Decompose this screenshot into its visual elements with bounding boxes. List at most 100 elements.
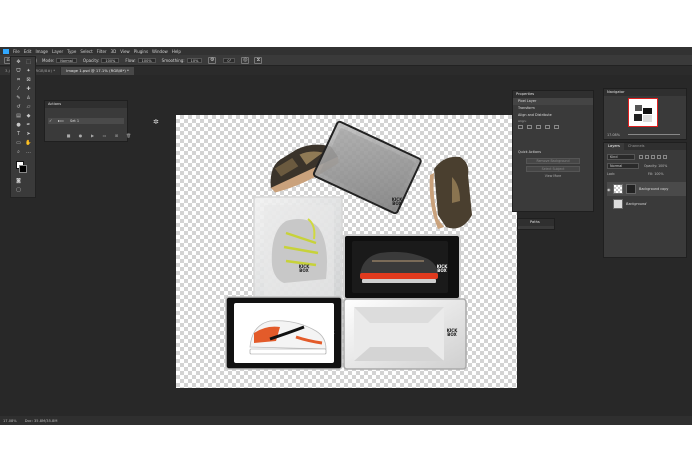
brush-icon[interactable]: ✎ <box>15 95 22 101</box>
layer-kind-filter[interactable]: Kind <box>607 154 635 160</box>
transform-section[interactable]: Transform <box>513 105 593 112</box>
filter-type-icon[interactable] <box>651 155 655 159</box>
opacity-control[interactable]: Opacity: 100% <box>83 57 120 63</box>
navigator-preview[interactable] <box>628 98 658 127</box>
menu-3d[interactable]: 3D <box>111 49 117 54</box>
new-set-icon[interactable]: ▭ <box>101 133 108 138</box>
delete-icon[interactable]: 🗑 <box>125 133 132 138</box>
gradient-icon[interactable]: ▤ <box>15 113 22 119</box>
paths-panel: Paths <box>517 218 555 230</box>
navigator-zoom-slider[interactable] <box>628 134 680 135</box>
remove-background-button[interactable]: Remove Background <box>526 158 580 164</box>
menu-filter[interactable]: Filter <box>97 49 107 54</box>
menu-image[interactable]: Image <box>35 49 48 54</box>
filter-adjust-icon[interactable] <box>645 155 649 159</box>
angle-control[interactable]: 0° <box>221 57 236 63</box>
align-top-icon[interactable] <box>545 125 550 129</box>
filter-shape-icon[interactable] <box>657 155 661 159</box>
action-check-icon[interactable]: ✓ <box>49 118 52 123</box>
eyedropper-icon[interactable]: ⁄ <box>15 86 22 92</box>
filter-pixel-icon[interactable] <box>639 155 643 159</box>
lasso-tool-icon[interactable]: ᗜ <box>15 68 22 74</box>
layer-thumbnail <box>613 184 623 194</box>
path-select-icon[interactable]: ➤ <box>25 131 32 137</box>
mode-select[interactable]: Normal <box>56 57 77 63</box>
blur-icon[interactable]: ◆ <box>25 113 32 119</box>
align-left-icon[interactable] <box>518 125 523 129</box>
crop-tool-icon[interactable]: ⌗ <box>15 77 22 83</box>
lock-controls[interactable]: Lock: <box>607 172 615 176</box>
new-action-icon[interactable]: ⊞ <box>113 133 120 138</box>
layer-name: Background <box>626 202 647 206</box>
record-icon[interactable]: ● <box>77 133 84 138</box>
menu-edit[interactable]: Edit <box>24 49 32 54</box>
actions-controls: ■ ● ▶ ▭ ⊞ 🗑 <box>65 133 137 138</box>
smoothing-input[interactable]: 10% <box>186 57 203 63</box>
filter-smart-icon[interactable] <box>663 155 667 159</box>
move-tool-icon[interactable]: ✥ <box>15 59 22 65</box>
background-color-swatch[interactable] <box>19 165 27 173</box>
view-more-link[interactable]: View More <box>526 174 580 180</box>
screen-mode-icon[interactable]: ▢ <box>15 187 22 193</box>
tab-channels[interactable]: Channels <box>624 143 649 150</box>
dodge-icon[interactable]: ● <box>15 122 22 128</box>
mode-control[interactable]: Mode: Normal <box>42 57 77 63</box>
document-canvas[interactable]: KICK BOX KICK BOX KICK BOX KICK BOX KICK BOX <box>176 115 517 388</box>
menu-file[interactable]: File <box>13 49 20 54</box>
actions-panel: Actions Set 1 ✓ ▸▭ ■ ● ▶ ▭ ⊞ 🗑 <box>44 100 131 142</box>
pressure-icon[interactable]: ◎ <box>241 56 250 64</box>
settings-gear-icon[interactable]: ⚙ <box>208 56 217 64</box>
play-icon[interactable]: ▶ <box>89 133 96 138</box>
marquee-tool-icon[interactable]: ⬚ <box>25 59 32 65</box>
symmetry-icon[interactable]: ⧖ <box>254 56 263 64</box>
flow-input[interactable]: 100% <box>137 57 156 63</box>
navigator-zoom[interactable]: 17.08% <box>607 133 620 137</box>
stamp-icon[interactable]: ♙ <box>25 95 32 101</box>
select-subject-button[interactable]: Select Subject <box>526 166 580 172</box>
menu-help[interactable]: Help <box>172 49 181 54</box>
brand-stamp-jordan-box: KICK BOX <box>323 330 335 340</box>
quick-actions-section[interactable]: Quick Actions <box>513 149 593 156</box>
align-section[interactable]: Align and Distribute <box>513 112 593 119</box>
history-brush-icon[interactable]: ↺ <box>15 104 22 110</box>
hand-tool-icon[interactable]: ✋ <box>25 140 32 146</box>
smoothing-control[interactable]: Smoothing: 10% <box>162 57 203 63</box>
eraser-icon[interactable]: ▱ <box>25 104 32 110</box>
menu-bar: File Edit Image Layer Type Select Filter… <box>0 47 692 55</box>
flow-control[interactable]: Flow: 100% <box>125 57 156 63</box>
opacity-input[interactable]: 100% <box>101 57 120 63</box>
menu-select[interactable]: Select <box>80 49 92 54</box>
paths-panel-title[interactable]: Paths <box>518 219 554 226</box>
blend-mode-select[interactable]: Normal <box>607 163 639 169</box>
rectangle-tool-icon[interactable]: ▭ <box>15 140 22 146</box>
type-tool-icon[interactable]: T <box>15 131 22 137</box>
document-tabs: 3.jpg @ 35.5% (RGB/8#) * Image 1.psd @ 1… <box>0 66 692 75</box>
quick-select-icon[interactable]: ✦ <box>25 68 32 74</box>
tab-image-1-psd[interactable]: Image 1.psd @ 17.1% (RGB/8*) * <box>61 67 134 75</box>
frame-tool-icon[interactable]: ⊠ <box>25 77 32 83</box>
align-right-icon[interactable] <box>536 125 541 129</box>
pen-icon[interactable]: ✒ <box>25 122 32 128</box>
action-set-label: Set 1 <box>70 119 80 123</box>
menu-plugins[interactable]: Plugins <box>134 49 148 54</box>
pixel-layer-label: Pixel Layer <box>513 98 593 105</box>
tab-layers[interactable]: Layers <box>604 143 624 150</box>
more-tools-icon[interactable]: … <box>25 149 32 155</box>
layer-fill[interactable]: Fill: 100% <box>648 172 663 176</box>
menu-window[interactable]: Window <box>152 49 168 54</box>
healing-brush-icon[interactable]: ✚ <box>25 86 32 92</box>
angle-input[interactable]: 0° <box>223 57 236 63</box>
layer-row-background-copy[interactable]: ◉ Background copy <box>607 182 686 196</box>
properties-panel-title: Properties <box>513 91 593 98</box>
menu-type[interactable]: Type <box>67 49 76 54</box>
align-middle-icon[interactable] <box>554 125 559 129</box>
menu-view[interactable]: View <box>120 49 130 54</box>
menu-layer[interactable]: Layer <box>52 49 63 54</box>
stop-icon[interactable]: ■ <box>65 133 72 138</box>
zoom-tool-icon[interactable]: ⌕ <box>15 149 22 155</box>
align-center-icon[interactable] <box>527 125 532 129</box>
quick-mask-icon[interactable]: ◙ <box>15 178 22 184</box>
ps-logo-icon[interactable] <box>3 48 9 54</box>
layer-opacity[interactable]: Opacity: 100% <box>644 164 667 168</box>
layer-row-background[interactable]: Background <box>607 197 686 211</box>
